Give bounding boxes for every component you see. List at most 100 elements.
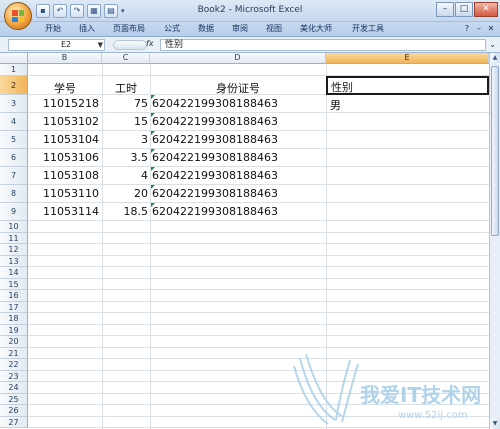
row-header[interactable]: 15 xyxy=(0,278,28,290)
row-header[interactable]: 20 xyxy=(0,336,28,348)
vertical-scrollbar[interactable]: ▲ ▼ xyxy=(489,53,500,429)
cell-student-id[interactable]: 11053102 xyxy=(28,115,99,128)
scroll-thumb[interactable] xyxy=(491,66,499,236)
tab-data[interactable]: 数据 xyxy=(198,23,214,34)
row-header[interactable]: 26 xyxy=(0,405,28,417)
tab-review[interactable]: 审阅 xyxy=(232,23,248,34)
row-header[interactable]: 19 xyxy=(0,324,28,336)
ribbon-tabs: 开始 插入 页面布局 公式 数据 审阅 视图 美化大师 开发工具 ? – ✕ xyxy=(0,22,500,37)
cell-id-number[interactable]: 620422199308188463 xyxy=(152,151,326,164)
restore-button[interactable]: □ xyxy=(455,2,473,17)
header-student-id[interactable]: 学号 xyxy=(28,80,102,96)
cell-hours[interactable]: 15 xyxy=(102,115,148,128)
scroll-down-arrow-icon[interactable]: ▼ xyxy=(490,419,500,429)
name-box-dropdown-icon[interactable]: ▼ xyxy=(98,40,103,50)
ribbon-minimize-icon[interactable]: – xyxy=(474,24,484,34)
column-header-b[interactable]: B xyxy=(28,53,102,64)
cell-student-id[interactable]: 11015218 xyxy=(28,97,99,110)
error-indicator-icon[interactable] xyxy=(151,185,155,189)
column-header-d[interactable]: D xyxy=(150,53,326,64)
row-header[interactable]: 13 xyxy=(0,255,28,267)
row-header[interactable]: 10 xyxy=(0,221,28,233)
row-header[interactable]: 23 xyxy=(0,370,28,382)
row-header[interactable]: 2 xyxy=(0,76,28,95)
error-indicator-icon[interactable] xyxy=(151,149,155,153)
row-header[interactable]: 14 xyxy=(0,267,28,279)
close-button[interactable]: ✕ xyxy=(474,2,498,17)
tab-formulas[interactable]: 公式 xyxy=(164,23,180,34)
cell-hours[interactable]: 3.5 xyxy=(102,151,149,164)
tab-view[interactable]: 视图 xyxy=(266,23,282,34)
help-icon[interactable]: ? xyxy=(462,24,472,34)
gridline xyxy=(28,166,489,167)
active-cell-e2[interactable]: 性别 xyxy=(326,76,489,95)
row-header[interactable]: 8 xyxy=(0,185,28,203)
row-header[interactable]: 27 xyxy=(0,416,28,428)
tab-home[interactable]: 开始 xyxy=(45,23,61,34)
cell-student-id[interactable]: 11053104 xyxy=(28,133,99,146)
scroll-up-arrow-icon[interactable]: ▲ xyxy=(490,53,500,63)
row-header[interactable]: 4 xyxy=(0,113,28,131)
gridline xyxy=(28,148,489,149)
header-id-number[interactable]: 身份证号 xyxy=(150,80,326,96)
error-indicator-icon[interactable] xyxy=(151,95,155,99)
cell-id-number[interactable]: 620422199308188463 xyxy=(152,97,326,110)
cell-id-number[interactable]: 620422199308188463 xyxy=(152,115,326,128)
cell-student-id[interactable]: 11053108 xyxy=(28,169,99,182)
formula-input[interactable]: 性别 xyxy=(160,39,486,51)
row-header[interactable]: 1 xyxy=(0,64,28,76)
cell-hours[interactable]: 4 xyxy=(102,169,148,182)
insert-function-icon[interactable]: fx xyxy=(146,39,154,48)
cell-student-id[interactable]: 11053106 xyxy=(28,151,99,164)
cell-student-id[interactable]: 11053114 xyxy=(28,205,99,218)
office-button[interactable] xyxy=(4,2,32,30)
row-header[interactable]: 5 xyxy=(0,131,28,149)
column-header-e[interactable]: E xyxy=(326,53,489,64)
cell-id-number[interactable]: 620422199308188463 xyxy=(152,187,326,200)
tab-beautify-master[interactable]: 美化大师 xyxy=(300,23,332,34)
cell-hours[interactable]: 20 xyxy=(102,187,148,200)
cell-student-id[interactable]: 11053110 xyxy=(28,187,99,200)
name-box[interactable]: E2 ▼ xyxy=(8,39,105,51)
cell-hours[interactable]: 18.5 xyxy=(102,205,149,218)
row-header[interactable]: 22 xyxy=(0,359,28,371)
row-header[interactable]: 6 xyxy=(0,149,28,167)
cell-hours[interactable]: 3 xyxy=(102,133,148,146)
row-header[interactable]: 21 xyxy=(0,347,28,359)
tab-insert[interactable]: 插入 xyxy=(79,23,95,34)
row-header[interactable]: 17 xyxy=(0,301,28,313)
expand-formula-bar-icon[interactable]: ⌄ xyxy=(489,40,496,49)
error-indicator-icon[interactable] xyxy=(151,131,155,135)
header-hours[interactable]: 工时 xyxy=(102,80,150,96)
cell-id-number[interactable]: 620422199308188463 xyxy=(152,169,326,182)
tab-developer[interactable]: 开发工具 xyxy=(352,23,384,34)
cell-gender[interactable]: 男 xyxy=(330,97,480,113)
select-all-corner[interactable] xyxy=(0,53,28,64)
gridline xyxy=(28,231,489,233)
row-header[interactable]: 25 xyxy=(0,393,28,405)
cell-id-number[interactable]: 620422199308188463 xyxy=(152,133,326,146)
tab-page-layout[interactable]: 页面布局 xyxy=(113,23,145,34)
column-header-c[interactable]: C xyxy=(102,53,150,64)
row-header[interactable]: 3 xyxy=(0,95,28,113)
gridline xyxy=(28,202,489,203)
gridline xyxy=(28,277,489,279)
row-header[interactable]: 16 xyxy=(0,290,28,302)
formula-bar-splitter[interactable] xyxy=(113,40,147,50)
error-indicator-icon[interactable] xyxy=(151,203,155,207)
row-header[interactable]: 7 xyxy=(0,167,28,185)
row-header[interactable]: 9 xyxy=(0,203,28,221)
row-header[interactable]: 24 xyxy=(0,382,28,394)
row-header[interactable]: 18 xyxy=(0,313,28,325)
gridline xyxy=(28,254,489,256)
gridline xyxy=(28,358,489,359)
error-indicator-icon[interactable] xyxy=(151,113,155,117)
minimize-button[interactable]: – xyxy=(436,2,454,17)
row-header[interactable]: 12 xyxy=(0,244,28,256)
row-header[interactable]: 11 xyxy=(0,232,28,244)
cell-id-number[interactable]: 620422199308188463 xyxy=(152,205,326,218)
error-indicator-icon[interactable] xyxy=(151,167,155,171)
worksheet-grid[interactable]: B C D E 1 2 3 4 5 6 7 8 9 10 11 12 13 14 15 16 17 18 19 20 2… xyxy=(0,53,500,429)
cell-hours[interactable]: 75 xyxy=(102,97,148,110)
ribbon-close-icon[interactable]: ✕ xyxy=(486,24,496,34)
